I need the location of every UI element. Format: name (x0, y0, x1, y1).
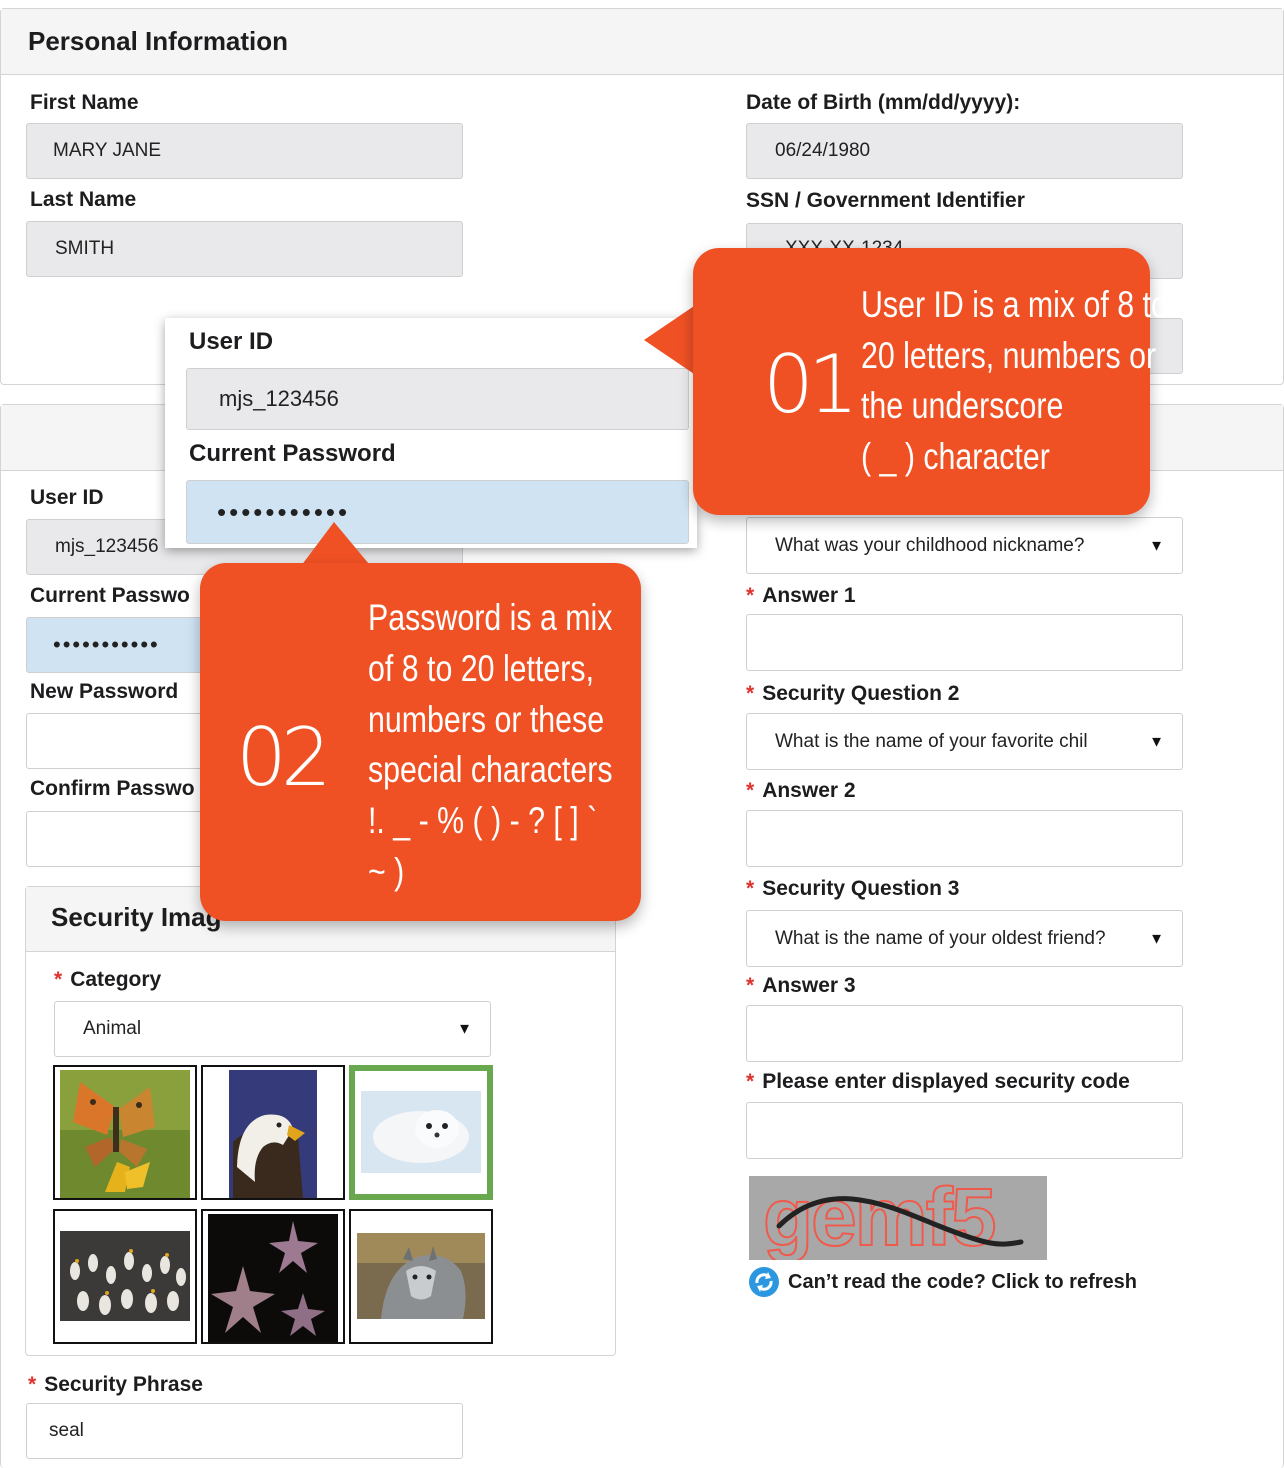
security-question-1-value: What was your childhood nickname? (775, 534, 1085, 556)
callout-1-number: 01 (763, 338, 859, 431)
first-name-value: MARY JANE (53, 140, 162, 161)
security-question-2-select[interactable]: What is the name of your favorite chil ▼ (746, 713, 1183, 770)
required-asterisk: * (54, 968, 63, 991)
overlay-current-password-label: Current Password (189, 440, 396, 467)
security-question-3-select[interactable]: What is the name of your oldest friend? … (746, 910, 1183, 967)
personal-information-title: Personal Information (28, 26, 289, 56)
security-question-3-label-text: Security Question 3 (762, 877, 960, 900)
image-option-wolf[interactable] (349, 1209, 493, 1344)
category-select[interactable]: Animal ▼ (54, 1001, 491, 1057)
image-option-penguins[interactable] (53, 1209, 197, 1344)
callout-2-text: Password is a mix of 8 to 20 letters, nu… (368, 597, 613, 892)
answer-1-label: * Answer 1 (746, 584, 856, 608)
ssn-label: SSN / Government Identifier (746, 189, 1025, 212)
image-option-seal[interactable] (349, 1065, 493, 1200)
security-code-field[interactable] (746, 1102, 1183, 1159)
callout-user-id-tip: 01 User ID is a mix of 8 to 20 letters, … (693, 248, 1168, 515)
overlay-user-id-field[interactable]: mjs_123456 (186, 368, 689, 430)
security-phrase-label: * Security Phrase (28, 1373, 203, 1397)
refresh-icon (749, 1267, 779, 1297)
chevron-down-icon: ▼ (1149, 930, 1164, 947)
overlay-user-id-label: User ID (189, 328, 274, 355)
butterfly-image (60, 1070, 190, 1198)
category-label: * Category (54, 968, 161, 992)
security-question-1-select[interactable]: What was your childhood nickname? ▼ (746, 517, 1183, 574)
dob-field[interactable]: 06/24/1980 (746, 123, 1183, 179)
dob-label: Date of Birth (mm/dd/yyyy): (746, 91, 1021, 114)
starfish-image (208, 1214, 338, 1342)
dob-value: 06/24/1980 (775, 140, 871, 161)
answer-1-label-text: Answer 1 (762, 584, 856, 607)
required-asterisk: * (746, 584, 755, 607)
security-question-2-label-text: Security Question 2 (762, 682, 960, 705)
last-name-value: SMITH (55, 238, 115, 259)
callout-password-tip: 02 Password is a mix of 8 to 20 letters,… (200, 563, 641, 921)
security-image-title: Security Imag (51, 902, 222, 932)
security-code-label: * Please enter displayed security code (746, 1070, 1130, 1094)
answer-2-label-text: Answer 2 (762, 779, 856, 802)
required-asterisk: * (746, 974, 755, 997)
security-question-2-value: What is the name of your favorite chil (775, 730, 1088, 752)
required-asterisk: * (28, 1373, 37, 1396)
captcha-image: gemf5 (749, 1176, 1047, 1260)
security-question-3-label: * Security Question 3 (746, 877, 959, 901)
captcha-strike-line (776, 1196, 1024, 1247)
security-phrase-value: seal (49, 1420, 84, 1441)
refresh-captcha-link[interactable]: Can’t read the code? Click to refresh (748, 1266, 1137, 1298)
answer-2-field[interactable] (746, 810, 1183, 867)
answer-3-label-text: Answer 3 (762, 974, 856, 997)
chevron-down-icon: ▼ (1149, 733, 1164, 750)
required-asterisk: * (746, 877, 755, 900)
callout-1-pointer (644, 302, 700, 378)
refresh-captcha-text: Can’t read the code? Click to refresh (788, 1270, 1137, 1293)
answer-3-label: * Answer 3 (746, 974, 856, 998)
required-asterisk: * (746, 779, 755, 802)
first-name-label: First Name (30, 91, 139, 114)
eagle-image (229, 1070, 317, 1198)
answer-2-label: * Answer 2 (746, 779, 856, 803)
callout-2-number: 02 (236, 711, 332, 804)
overlay-current-password-field[interactable]: ••••••••••• (186, 480, 689, 544)
first-name-field[interactable]: MARY JANE (26, 123, 463, 179)
last-name-field[interactable]: SMITH (26, 221, 463, 277)
required-asterisk: * (746, 1070, 755, 1093)
confirm-password-label: Confirm Passwo (30, 777, 195, 800)
new-password-label: New Password (30, 680, 179, 703)
user-id-value: mjs_123456 (55, 536, 159, 557)
security-code-label-text: Please enter displayed security code (762, 1070, 1130, 1093)
chevron-down-icon: ▼ (457, 1020, 472, 1038)
answer-3-field[interactable] (746, 1005, 1183, 1062)
answer-1-field[interactable] (746, 614, 1183, 671)
category-label-text: Category (70, 968, 162, 991)
seal-image (355, 1071, 487, 1194)
security-question-3-value: What is the name of your oldest friend? (775, 927, 1106, 949)
current-password-label: Current Passwo (30, 584, 190, 607)
category-value: Animal (83, 1018, 142, 1039)
user-id-label: User ID (30, 486, 104, 509)
zoomed-credentials-overlay: User ID mjs_123456 Current Password ••••… (165, 318, 697, 548)
last-name-label: Last Name (30, 188, 137, 211)
image-option-starfish[interactable] (201, 1209, 345, 1344)
image-option-butterfly[interactable] (53, 1065, 197, 1200)
callout-1-text: User ID is a mix of 8 to 20 letters, num… (861, 284, 1168, 477)
wolf-image (357, 1233, 485, 1319)
chevron-down-icon: ▼ (1149, 537, 1164, 554)
overlay-user-id-value: mjs_123456 (219, 386, 339, 411)
image-option-eagle[interactable] (201, 1065, 345, 1200)
required-asterisk: * (746, 682, 755, 705)
penguins-image (60, 1231, 190, 1321)
security-phrase-field[interactable]: seal (26, 1403, 463, 1459)
current-password-mask: ••••••••••• (53, 632, 160, 657)
security-phrase-label-text: Security Phrase (44, 1373, 203, 1396)
security-question-2-label: * Security Question 2 (746, 682, 959, 706)
